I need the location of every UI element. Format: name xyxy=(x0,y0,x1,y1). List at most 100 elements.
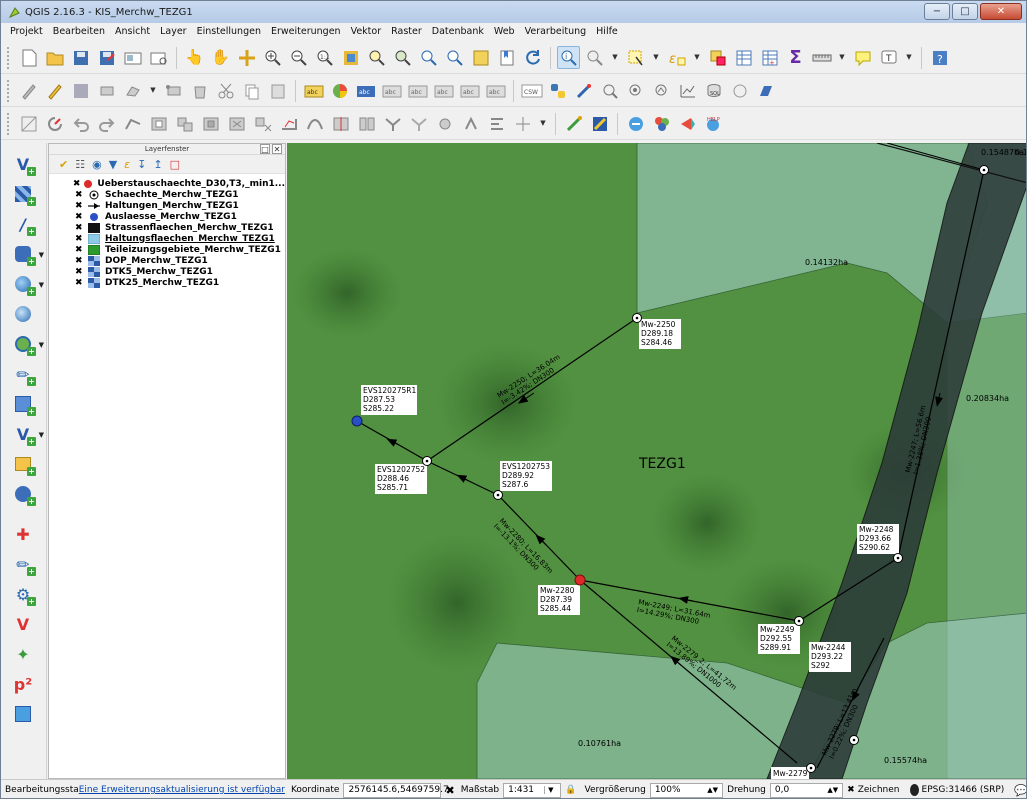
zoom-full-icon[interactable] xyxy=(339,46,362,69)
pin-labels-icon[interactable]: abc xyxy=(380,79,403,102)
field-calculator-icon[interactable]: + xyxy=(758,46,781,69)
identify-features-icon[interactable]: i xyxy=(557,46,580,69)
measure-identify-icon[interactable] xyxy=(583,46,606,69)
touch-zoom-icon[interactable]: 👆 xyxy=(183,46,206,69)
menu-projekt[interactable]: Projekt xyxy=(5,26,48,37)
manhole-node-mw2248[interactable] xyxy=(893,553,903,563)
layer-row-ueberstauschaechte[interactable]: ✖ Ueberstauschaechte_D30,T3,_min1... xyxy=(49,178,285,189)
current-edits-icon[interactable] xyxy=(17,79,40,102)
new-map-view-icon[interactable] xyxy=(469,46,492,69)
collapse-all-icon[interactable]: ↥ xyxy=(153,158,162,171)
rotate-feature-icon[interactable] xyxy=(43,112,66,135)
visibility-checkbox[interactable]: ✖ xyxy=(75,245,87,255)
close-panel-icon[interactable]: ✕ xyxy=(272,144,282,154)
bookmark-icon[interactable] xyxy=(495,46,518,69)
move-label-icon[interactable]: abc xyxy=(432,79,455,102)
save-project-icon[interactable] xyxy=(69,46,92,69)
vertex-editor-icon[interactable] xyxy=(562,112,585,135)
copy-features-icon[interactable] xyxy=(240,79,263,102)
geoprocessing-icon[interactable] xyxy=(588,112,611,135)
paste-features-icon[interactable] xyxy=(266,79,289,102)
visibility-checkbox[interactable]: ✖ xyxy=(75,212,87,222)
add-ascii-grid-button[interactable]: p² xyxy=(9,671,37,697)
visibility-checkbox[interactable]: ✖ xyxy=(75,267,87,277)
zoom-native-icon[interactable]: 1:1 xyxy=(313,46,336,69)
add-wms-layer-button[interactable]: + ▼ xyxy=(9,271,44,297)
toggle-editing-icon[interactable] xyxy=(43,79,66,102)
db-manager-icon[interactable]: SQL xyxy=(702,79,725,102)
render-checkbox[interactable]: ✖ xyxy=(847,785,855,795)
statistics-sum-icon[interactable]: Σ xyxy=(784,46,807,69)
zoom-last-icon[interactable] xyxy=(417,46,440,69)
gps-tools-button[interactable]: ✦ xyxy=(9,641,37,667)
messages-icon[interactable]: 💬 xyxy=(1014,784,1026,797)
open-attribute-table-icon[interactable] xyxy=(732,46,755,69)
filter-expression-icon[interactable]: ε xyxy=(124,158,130,171)
add-spatialite-layer-button[interactable]: ✏ + xyxy=(9,361,37,387)
add-postgis-layer-button[interactable]: + ▼ xyxy=(9,241,44,267)
map-canvas[interactable]: 0.15487ha 0.11136ha 0.14132ha 0.20834ha … xyxy=(287,143,1026,779)
profile-tool-icon[interactable] xyxy=(650,79,673,102)
visibility-checkbox[interactable]: ✖ xyxy=(73,179,82,189)
refresh-icon[interactable] xyxy=(521,46,544,69)
expand-all-icon[interactable]: ↧ xyxy=(137,158,146,171)
toolbar-grip[interactable] xyxy=(7,46,11,69)
visibility-checkbox[interactable]: ✖ xyxy=(75,223,87,233)
python-console-icon[interactable] xyxy=(546,79,569,102)
rotate-point-symbols-icon[interactable] xyxy=(433,112,456,135)
rotate-label-icon[interactable]: abc xyxy=(458,79,481,102)
new-project-icon[interactable] xyxy=(17,46,40,69)
eye-visibility-icon[interactable]: ◉ xyxy=(92,158,102,171)
new-print-composer-icon[interactable] xyxy=(121,46,144,69)
menu-layer[interactable]: Layer xyxy=(155,26,192,37)
menu-vektor[interactable]: Vektor xyxy=(346,26,387,37)
visibility-checkbox[interactable]: ✖ xyxy=(75,190,87,200)
fill-ring-icon[interactable] xyxy=(199,112,222,135)
close-button[interactable]: ✕ xyxy=(980,3,1022,20)
delete-selected-icon[interactable] xyxy=(188,79,211,102)
label-layer-icon[interactable]: abc xyxy=(354,79,377,102)
simplify-feature-icon[interactable] xyxy=(121,112,144,135)
new-spatialite-button[interactable]: ✏ + xyxy=(9,551,37,577)
minimize-button[interactable]: − xyxy=(924,3,950,20)
advanced-digitizing-icon[interactable] xyxy=(17,112,40,135)
open-project-icon[interactable] xyxy=(43,46,66,69)
manhole-node-evs1202752[interactable] xyxy=(422,456,432,466)
node-tool-icon[interactable] xyxy=(162,79,185,102)
spatial-query-icon[interactable] xyxy=(598,79,621,102)
manhole-node-evs1202753[interactable] xyxy=(493,490,503,500)
overflow-node-mw2280[interactable] xyxy=(574,574,586,586)
offset-curve-icon[interactable] xyxy=(303,112,326,135)
dropdown-arrow-icon[interactable]: ▼ xyxy=(609,46,621,69)
merge-attributes-icon[interactable] xyxy=(407,112,430,135)
change-label-icon[interactable]: abc xyxy=(484,79,507,102)
menu-einstellungen[interactable]: Einstellungen xyxy=(192,26,266,37)
pan-to-selection-icon[interactable] xyxy=(235,46,258,69)
coordinate-field[interactable]: 2576145.6,5469759.7 xyxy=(343,782,449,798)
plugin-update-link[interactable]: Eine Erweiterungsaktualisierung ist verf… xyxy=(79,785,285,795)
add-oracle-layer-button[interactable]: + xyxy=(9,451,37,477)
fill-style-icon[interactable] xyxy=(754,79,777,102)
add-part-icon[interactable] xyxy=(173,112,196,135)
zoom-spinbox[interactable]: 100% ▲▼ xyxy=(649,782,724,798)
cut-features-icon[interactable] xyxy=(214,79,237,102)
add-wcs-layer-button[interactable]: + ▼ xyxy=(9,331,44,357)
add-wfs-layer-button[interactable] xyxy=(9,301,37,327)
layer-row-teileizungsgebiete[interactable]: ✖ Teileizungsgebiete_Merchw_TEZG1 xyxy=(49,244,285,255)
reshape-features-icon[interactable] xyxy=(277,112,300,135)
dropdown-arrow-icon[interactable]: ▼ xyxy=(537,112,549,135)
circle-tool-icon[interactable] xyxy=(728,79,751,102)
remove-layer-icon[interactable]: □ xyxy=(170,158,180,171)
manhole-node-mw2250[interactable] xyxy=(632,313,642,323)
layer-row-dtk5[interactable]: ✖ DTK5_Merchw_TEZG1 xyxy=(49,266,285,277)
processing-toolbox-icon[interactable] xyxy=(650,112,673,135)
layer-row-dop[interactable]: ✖ DOP_Merchw_TEZG1 xyxy=(49,255,285,266)
add-group-icon[interactable]: ☷ xyxy=(75,158,85,171)
add-mssql-layer-button[interactable]: + xyxy=(9,391,37,417)
add-delimited-text-button[interactable]: / + xyxy=(9,211,37,237)
select-features-icon[interactable] xyxy=(624,46,647,69)
qgis-help-icon[interactable]: HELP xyxy=(702,112,725,135)
layer-row-dtk25[interactable]: ✖ DTK25_Merchw_TEZG1 xyxy=(49,277,285,288)
layer-row-haltungen[interactable]: ✖ Haltungen_Merchw_TEZG1 xyxy=(49,200,285,211)
manhole-node-mw2279[interactable] xyxy=(806,763,816,773)
